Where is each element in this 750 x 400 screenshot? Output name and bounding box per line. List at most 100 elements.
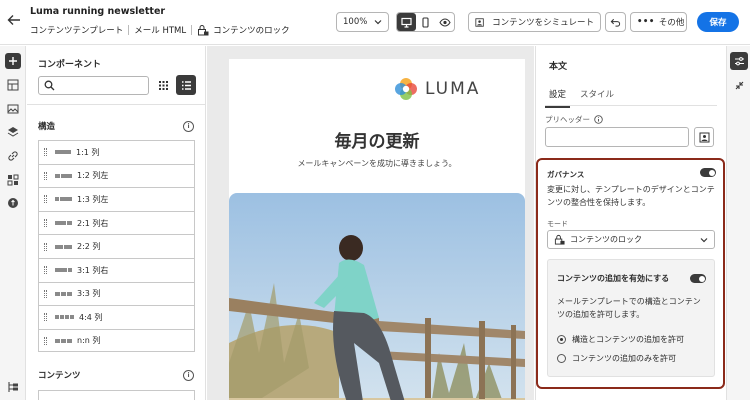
- device-toggle-group: [396, 12, 455, 32]
- personalization-button[interactable]: [5, 195, 21, 211]
- structure-item[interactable]: 3:1 列右: [38, 257, 195, 282]
- column-layout-icon: [55, 173, 72, 178]
- structure-item[interactable]: 2:2 列: [38, 234, 195, 258]
- preview-button[interactable]: [435, 13, 454, 31]
- structure-item[interactable]: 4:4 列: [38, 305, 195, 329]
- radio-button[interactable]: [557, 335, 566, 344]
- info-icon[interactable]: i: [183, 370, 194, 381]
- left-rail: [0, 46, 26, 400]
- drag-handle-icon[interactable]: [44, 336, 47, 345]
- structure-item[interactable]: 1:1 列: [38, 140, 195, 164]
- luma-logo-text: LUMA: [425, 79, 481, 99]
- back-arrow-icon[interactable]: [6, 12, 22, 28]
- more-icon: •••: [637, 17, 655, 27]
- structure-item[interactable]: 2:1 列右: [38, 210, 195, 235]
- breadcrumb-separator: [128, 25, 130, 35]
- breadcrumb: コンテンツテンプレート メール HTML コンテンツのロック: [30, 24, 290, 36]
- luma-logo-icon: [395, 78, 417, 100]
- drag-handle-icon[interactable]: [44, 289, 47, 298]
- governance-section: ガバナンス 変更に対し、テンプレートのデザインとコンテンツの整合性を保持します。…: [536, 158, 725, 389]
- collapse-icon: [735, 81, 743, 89]
- navigation-tree-button[interactable]: [5, 379, 21, 395]
- column-layout-icon: [55, 315, 74, 320]
- zoom-value: 100%: [343, 17, 368, 27]
- drag-handle-icon[interactable]: [44, 313, 47, 322]
- sliders-icon: [734, 56, 744, 65]
- link-icon: [8, 151, 18, 161]
- email-subheadline[interactable]: メールキャンペーンを成功に導きましょう。: [229, 158, 525, 169]
- luma-logo[interactable]: LUMA: [393, 76, 480, 102]
- structure-item-label: 1:1 列: [76, 147, 100, 157]
- mobile-view-button[interactable]: [416, 13, 435, 31]
- drag-handle-icon[interactable]: [44, 219, 47, 228]
- breadcrumb-item-email[interactable]: メール HTML: [134, 24, 186, 36]
- simulate-icon: [475, 17, 484, 27]
- content-list-item[interactable]: [38, 390, 195, 400]
- structure-item-label: 1:3 列左: [77, 194, 109, 204]
- more-button[interactable]: ••• その他: [630, 12, 687, 32]
- mobile-icon: [422, 16, 429, 28]
- governance-toggle[interactable]: [700, 168, 716, 177]
- email-headline[interactable]: 毎月の更新: [229, 127, 525, 152]
- chevron-down-icon: [374, 20, 382, 25]
- components-title: コンポーネント: [38, 60, 102, 70]
- collapse-panel-button[interactable]: [730, 76, 748, 94]
- structure-item[interactable]: n:n 列: [38, 328, 195, 353]
- email-canvas: LUMA 毎月の更新 メールキャンペーンを成功に導きましょう。: [207, 46, 534, 400]
- undo-icon: [610, 18, 621, 27]
- top-bar: Luma running newsletter コンテンツテンプレート メール …: [0, 0, 750, 45]
- breadcrumb-item-template[interactable]: コンテンツテンプレート: [30, 24, 123, 36]
- simulate-content-button[interactable]: コンテンツをシミュレート: [468, 12, 601, 32]
- preheader-label-text: プリヘッダー: [545, 115, 590, 124]
- assets-button[interactable]: [5, 101, 21, 117]
- column-layout-icon: [55, 338, 72, 343]
- save-button[interactable]: 保存: [697, 12, 739, 32]
- settings-panel-button[interactable]: [730, 52, 748, 70]
- content-heading: コンテンツ: [38, 371, 81, 381]
- mode-value: コンテンツのロック: [570, 235, 642, 244]
- blocks-button[interactable]: [5, 172, 21, 188]
- structure-item[interactable]: 3:3 列: [38, 281, 195, 306]
- radio-button[interactable]: [557, 354, 566, 363]
- add-content-description: メールテンプレートでの構造とコンテンツの追加を許可します。: [557, 297, 701, 319]
- drag-handle-icon[interactable]: [44, 171, 47, 180]
- components-panel: コンポーネント 構造 i 1:1 列 1:2 列左 1:3 列左 2:1 列右 2:2 …: [27, 46, 206, 400]
- layers-button[interactable]: [5, 124, 21, 140]
- governance-description: 変更に対し、テンプレートのデザインとコンテンツの整合性を保持します。: [547, 185, 715, 207]
- grid-view-button[interactable]: [155, 77, 171, 93]
- component-search-input[interactable]: [38, 76, 149, 95]
- info-icon[interactable]: [594, 115, 603, 124]
- desktop-view-button[interactable]: [397, 13, 416, 31]
- undo-button[interactable]: [605, 12, 626, 32]
- add-content-toggle[interactable]: [690, 274, 706, 283]
- list-view-button[interactable]: [176, 75, 196, 95]
- preheader-input[interactable]: [545, 127, 689, 147]
- plus-icon: [9, 57, 17, 65]
- email-preview: LUMA 毎月の更新 メールキャンペーンを成功に導きましょう。: [229, 59, 525, 400]
- personalization-icon: [8, 198, 18, 208]
- drag-handle-icon[interactable]: [44, 266, 47, 275]
- drag-handle-icon[interactable]: [44, 242, 47, 251]
- mode-select[interactable]: コンテンツのロック: [547, 230, 715, 249]
- add-component-button[interactable]: [5, 53, 21, 69]
- blocks-icon: [7, 174, 19, 186]
- structure-item-label: n:n 列: [77, 336, 101, 346]
- structure-list: 1:1 列 1:2 列左 1:3 列左 2:1 列右 2:2 列 3:1 列右 3:3 列 4…: [38, 140, 195, 353]
- column-layout-icon: [55, 244, 72, 249]
- structure-item-label: 3:1 列右: [77, 265, 109, 275]
- structure-item[interactable]: 1:2 列左: [38, 163, 195, 188]
- tree-icon: [8, 382, 18, 392]
- links-button[interactable]: [5, 148, 21, 164]
- radio-allow-structure-content[interactable]: 構造とコンテンツの追加を許可: [557, 334, 684, 345]
- drag-handle-icon[interactable]: [44, 148, 47, 157]
- drag-handle-icon[interactable]: [44, 195, 47, 204]
- structure-item[interactable]: 1:3 列左: [38, 187, 195, 211]
- radio-allow-content-only[interactable]: コンテンツの追加のみを許可: [557, 353, 676, 364]
- zoom-select[interactable]: 100%: [336, 12, 389, 32]
- personalize-preheader-button[interactable]: [694, 127, 714, 147]
- hero-image[interactable]: [229, 193, 525, 400]
- column-layout-icon: [55, 197, 72, 202]
- fragments-button[interactable]: [5, 77, 21, 93]
- properties-panel: 本文 設定 スタイル プリヘッダー ガバナンス 変更に対し、テンプレートのデザイ…: [535, 46, 725, 400]
- info-icon[interactable]: i: [183, 121, 194, 132]
